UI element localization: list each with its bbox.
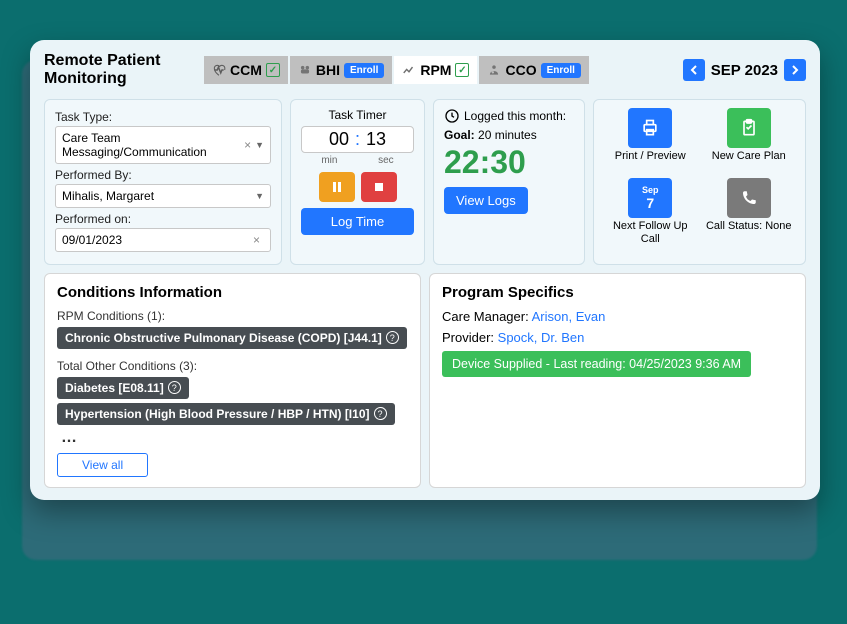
log-time-button[interactable]: Log Time bbox=[301, 208, 414, 235]
help-icon[interactable]: ? bbox=[168, 381, 181, 394]
rpm-conditions-label: RPM Conditions (1): bbox=[57, 309, 408, 323]
tab-label: CCO bbox=[505, 62, 536, 78]
logged-panel: Logged this month: Goal: 20 minutes 22:3… bbox=[433, 99, 585, 265]
performed-by-select[interactable]: Mihalis, Margaret ▼ bbox=[55, 184, 271, 208]
task-panel: Task Type: Care Team Messaging/Communica… bbox=[44, 99, 282, 265]
performed-on-label: Performed on: bbox=[55, 212, 271, 226]
other-conditions-label: Total Other Conditions (3): bbox=[57, 359, 408, 373]
doctor-icon bbox=[487, 63, 501, 77]
chevron-down-icon: ▼ bbox=[255, 140, 264, 150]
stop-icon bbox=[373, 181, 385, 193]
program-tabs: CCM ✓ BHI Enroll RPM ✓ bbox=[204, 56, 589, 84]
condition-chip[interactable]: Hypertension (High Blood Pressure / HBP … bbox=[57, 403, 395, 425]
stop-button[interactable] bbox=[361, 172, 397, 202]
tab-bhi[interactable]: BHI Enroll bbox=[290, 56, 392, 84]
enroll-badge[interactable]: Enroll bbox=[541, 63, 581, 78]
pause-button[interactable] bbox=[319, 172, 355, 202]
check-icon: ✓ bbox=[455, 63, 469, 77]
logged-header: Logged this month: bbox=[464, 109, 566, 123]
conditions-card: Conditions Information RPM Conditions (1… bbox=[44, 273, 421, 488]
condition-chip[interactable]: Chronic Obstructive Pulmonary Disease (C… bbox=[57, 327, 407, 349]
chevron-left-icon bbox=[690, 65, 698, 75]
program-header: Program Specifics bbox=[442, 284, 793, 301]
clipboard-icon bbox=[739, 118, 759, 138]
logged-total: 22:30 bbox=[444, 144, 574, 181]
performed-on-input[interactable]: 09/01/2023 × bbox=[55, 228, 271, 252]
phone-icon bbox=[740, 189, 758, 207]
tab-label: CCM bbox=[230, 62, 262, 78]
task-type-select[interactable]: Care Team Messaging/Communication × ▼ bbox=[55, 126, 271, 164]
print-icon bbox=[640, 118, 660, 138]
timer-sec: 13 bbox=[366, 129, 386, 150]
conditions-header: Conditions Information bbox=[57, 284, 408, 301]
condition-chip[interactable]: Diabetes [E08.11] ? bbox=[57, 377, 189, 399]
print-preview-button[interactable] bbox=[628, 108, 672, 148]
care-manager-link[interactable]: Arison, Evan bbox=[532, 309, 606, 324]
provider-row: Provider: Spock, Dr. Ben bbox=[442, 330, 793, 345]
brain-icon bbox=[298, 63, 312, 77]
clock-icon bbox=[444, 108, 460, 124]
month-nav: SEP 2023 bbox=[683, 59, 806, 81]
view-all-button[interactable]: View all bbox=[57, 453, 148, 477]
tab-label: BHI bbox=[316, 62, 340, 78]
chart-icon bbox=[402, 63, 416, 77]
timer-header: Task Timer bbox=[301, 108, 414, 122]
enroll-badge[interactable]: Enroll bbox=[344, 63, 384, 78]
month-label: SEP 2023 bbox=[711, 62, 778, 79]
performed-by-label: Performed By: bbox=[55, 168, 271, 182]
view-logs-button[interactable]: View Logs bbox=[444, 187, 528, 214]
more-indicator: … bbox=[57, 429, 77, 446]
call-status-button[interactable] bbox=[727, 178, 771, 218]
next-month-button[interactable] bbox=[784, 59, 806, 81]
timer-panel: Task Timer 00 : 13 min sec Log Time bbox=[290, 99, 425, 265]
tab-rpm[interactable]: RPM ✓ bbox=[394, 56, 477, 84]
new-care-plan-button[interactable] bbox=[727, 108, 771, 148]
check-icon: ✓ bbox=[266, 63, 280, 77]
prev-month-button[interactable] bbox=[683, 59, 705, 81]
timer-display: 00 : 13 bbox=[301, 126, 414, 153]
task-type-label: Task Type: bbox=[55, 110, 271, 124]
help-icon[interactable]: ? bbox=[386, 331, 399, 344]
app-window: Remote Patient Monitoring CCM ✓ BHI Enro… bbox=[30, 40, 820, 500]
page-title: Remote Patient Monitoring bbox=[44, 52, 194, 89]
pause-icon bbox=[331, 181, 343, 193]
care-manager-row: Care Manager: Arison, Evan bbox=[442, 309, 793, 324]
program-card: Program Specifics Care Manager: Arison, … bbox=[429, 273, 806, 488]
tab-ccm[interactable]: CCM ✓ bbox=[204, 56, 288, 84]
chevron-right-icon bbox=[791, 65, 799, 75]
header: Remote Patient Monitoring CCM ✓ BHI Enro… bbox=[44, 52, 806, 89]
goal-row: Goal: 20 minutes bbox=[444, 128, 574, 142]
heart-icon bbox=[212, 63, 226, 77]
tab-cco[interactable]: CCO Enroll bbox=[479, 56, 588, 84]
provider-link[interactable]: Spock, Dr. Ben bbox=[498, 330, 585, 345]
action-tiles: Print / Preview New Care Plan Sep 7 Next… bbox=[593, 99, 806, 265]
next-followup-button[interactable]: Sep 7 bbox=[628, 178, 672, 218]
chevron-down-icon: ▼ bbox=[255, 191, 264, 201]
clear-icon[interactable]: × bbox=[249, 233, 264, 247]
device-banner: Device Supplied - Last reading: 04/25/20… bbox=[442, 351, 751, 377]
clear-icon[interactable]: × bbox=[240, 138, 255, 152]
timer-min: 00 bbox=[329, 129, 349, 150]
tab-label: RPM bbox=[420, 62, 451, 78]
help-icon[interactable]: ? bbox=[374, 407, 387, 420]
